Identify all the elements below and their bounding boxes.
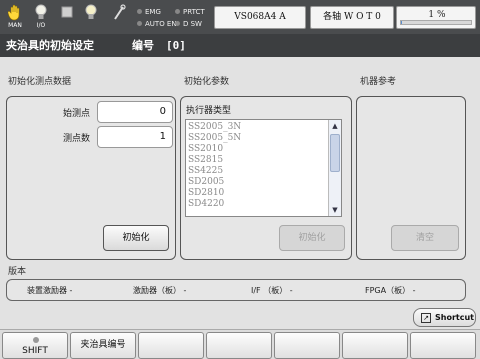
title-bar: 夹治具的初始设定 编号 [0] [0,34,480,57]
prtct-led [175,9,180,14]
bulb-icon [80,4,102,22]
speed-override-fill [401,21,402,24]
point-count-field[interactable]: 1 [97,126,173,148]
function-key-bar: SHIFT 夹治具编号 [0,329,480,359]
start-point-label: 始测点 [63,109,91,119]
actuator-option[interactable]: SS4225 [188,166,328,177]
prtct-indicator: PRTCT [175,8,205,17]
stop-indicator[interactable] [56,4,78,32]
actuator-option[interactable]: SS2005_5N [188,133,328,144]
shift-key[interactable]: SHIFT [2,332,68,359]
wrench-icon [108,4,130,22]
man-mode-indicator[interactable]: MAN [4,4,26,32]
actuator-option[interactable]: SS2005_3N [188,122,328,133]
version-bar: 装置激励器 - 激励器（板） - I/F （板） - FPGA（板） - [6,279,466,301]
io-indicator[interactable]: I/O [30,4,52,32]
number-value: [0] [166,39,186,52]
scroll-down-icon[interactable]: ▼ [329,204,341,216]
function-key-7[interactable] [410,332,476,359]
program-name-box[interactable]: VS068A4 A [214,6,306,29]
version-if-board: I/F （板） - [251,286,293,295]
actuator-type-items: SS2005_3N SS2005_5N SS2010 SS2815 SS4225 SD20… [188,122,328,210]
list-scrollbar[interactable]: ▲ ▼ [328,120,341,216]
clear-button[interactable]: 清空 [391,225,459,251]
actuator-option[interactable]: SS2010 [188,144,328,155]
function-key-4[interactable] [206,332,272,359]
auto-en-led [137,21,142,26]
actuator-type-list[interactable]: SS2005_3N SS2005_5N SS2010 SS2815 SS4225 SD20… [185,119,342,217]
number-label: 编号 [132,39,154,52]
scroll-thumb[interactable] [330,134,340,172]
speed-override-bar [400,20,472,25]
actuator-option[interactable]: SS2815 [188,155,328,166]
auto-en-indicator: AUTO EN [137,20,177,29]
page-title: 夹治具的初始设定 [6,39,94,52]
init-points-button[interactable]: 初始化 [103,225,169,251]
init-points-panel: 始测点 0 测点数 1 初始化 [6,96,176,260]
function-key-6[interactable] [342,332,408,359]
dsw-led [175,21,180,26]
init-params-button[interactable]: 初始化 [279,225,345,251]
tool-indicator[interactable] [108,4,130,32]
bulb-icon [30,4,52,22]
shortcut-label: Shortcut [435,313,474,322]
emg-led [137,9,142,14]
init-params-title: 初始化参数 [184,77,230,87]
version-device-exciter: 装置激励器 - [27,286,73,295]
shift-led [33,337,39,343]
version-fpga-board: FPGA（板） - [365,286,416,295]
point-count-label: 测点数 [63,134,91,144]
axis-mode-box[interactable]: 各轴 W O T 0 [310,6,394,29]
actuator-option[interactable]: SD2810 [188,188,328,199]
function-key-3[interactable] [138,332,204,359]
hand-icon [4,4,26,22]
dsw-indicator: D SW [175,20,202,29]
jig-number-label: 夹治具编号 [80,340,126,350]
machine-ref-title: 机器参考 [360,77,397,87]
scroll-up-icon[interactable]: ▲ [329,120,341,132]
init-params-panel: 执行器类型 SS2005_3N SS2005_5N SS2010 SS2815 SS42… [180,96,352,260]
actuator-type-label: 执行器类型 [186,106,232,116]
machine-ref-panel: 清空 [356,96,466,260]
lamp-indicator[interactable] [80,4,102,32]
square-icon [56,4,78,22]
actuator-option[interactable]: SD4220 [188,199,328,210]
shift-label: SHIFT [22,346,48,356]
emg-indicator: EMG [137,8,161,17]
io-label: I/O [36,22,46,29]
actuator-option[interactable]: SD2005 [188,177,328,188]
version-exciter-board: 激励器（板） - [133,286,187,295]
man-label: MAN [8,22,22,29]
start-point-field[interactable]: 0 [97,101,173,123]
function-key-5[interactable] [274,332,340,359]
shortcut-button[interactable]: ↗ Shortcut [413,308,476,327]
shortcut-icon: ↗ [421,313,431,323]
version-title: 版本 [8,267,27,277]
status-bar: MAN I/O EMG AUTO EN PRTCT D SW VS068A4 A… [0,0,480,34]
speed-override-box[interactable]: 1 % [396,6,476,29]
init-points-title: 初始化测点数据 [8,77,72,87]
jig-number-key[interactable]: 夹治具编号 [70,332,136,359]
